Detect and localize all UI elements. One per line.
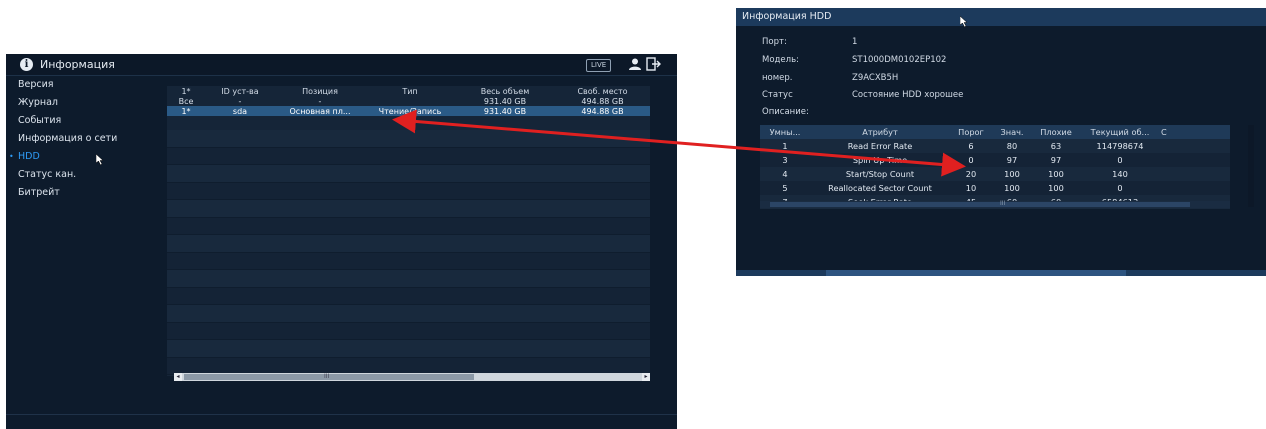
annotation-arrow-icon xyxy=(392,109,966,177)
